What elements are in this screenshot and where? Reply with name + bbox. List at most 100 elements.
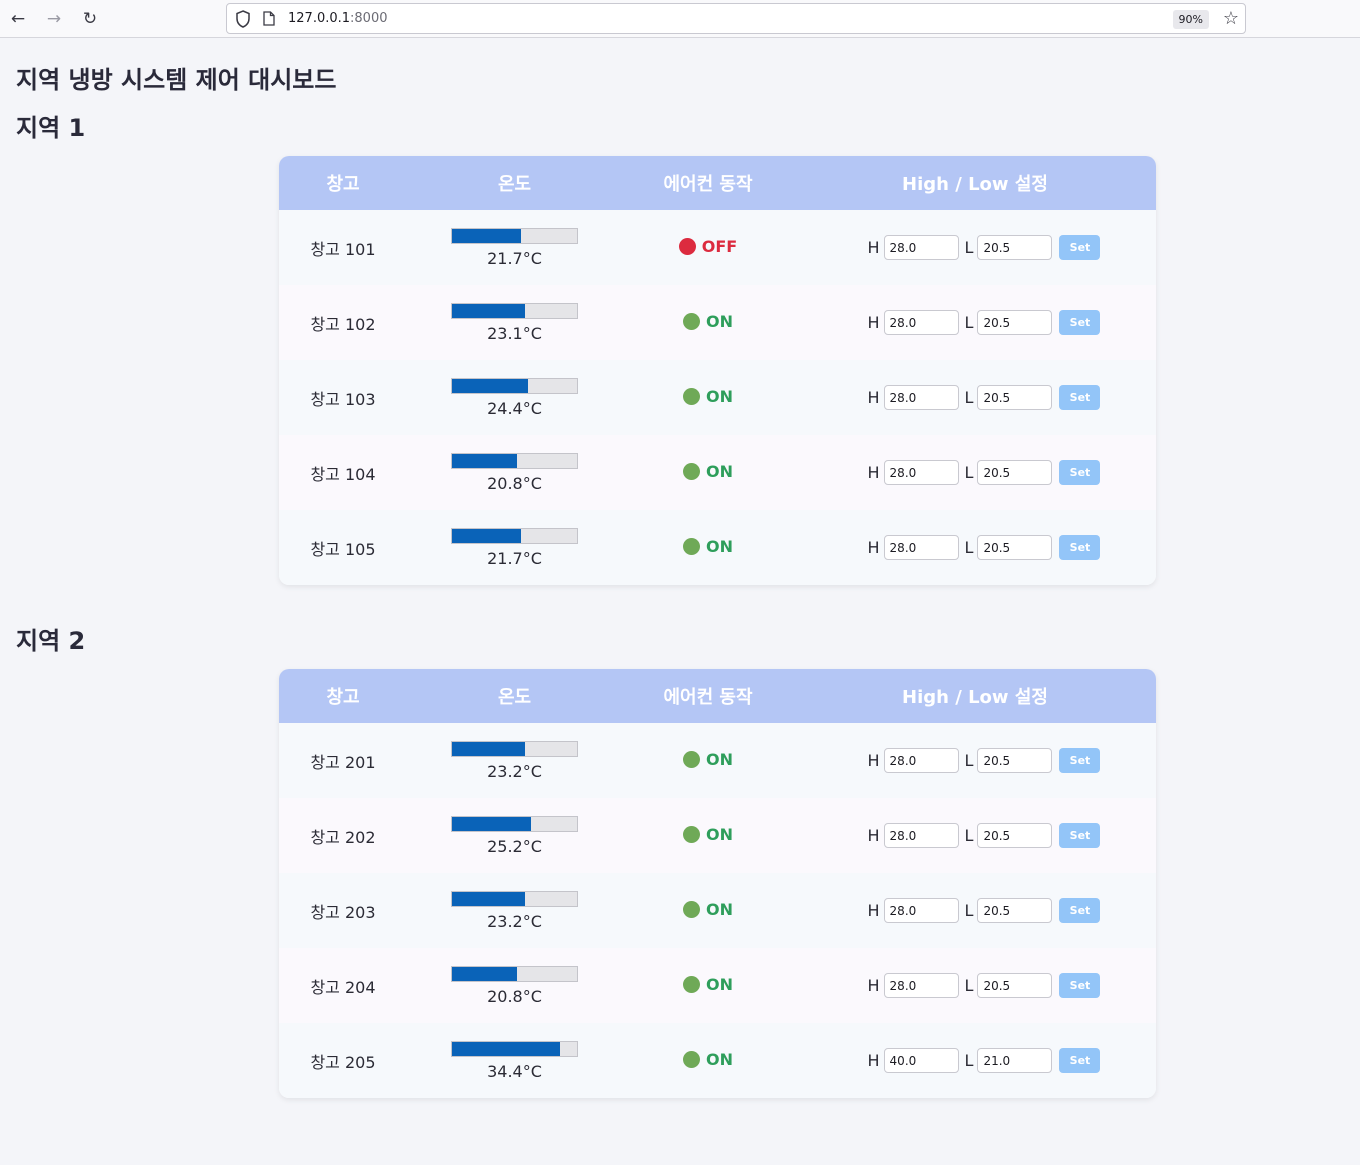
ac-status-cell: ON xyxy=(622,1050,794,1072)
low-label: L xyxy=(964,976,974,995)
table-row: 창고 204 20.8°C ON H L Set xyxy=(279,948,1156,1023)
low-threshold-input[interactable] xyxy=(977,310,1053,335)
warehouse-table: 창고 온도 에어컨 동작 High / Low 설정 창고 201 23.2°C… xyxy=(279,669,1156,1098)
header-setting: High / Low 설정 xyxy=(902,174,1048,195)
low-threshold-input[interactable] xyxy=(977,898,1053,923)
table-body: 창고 201 23.2°C ON H L Set 창고 202 25.2°C xyxy=(279,723,1156,1098)
ac-status-cell: ON xyxy=(622,387,794,409)
low-label: L xyxy=(964,826,974,845)
high-threshold-input[interactable] xyxy=(883,385,959,410)
temperature-cell: 24.4°C xyxy=(407,377,622,418)
regions-container: 지역 1 창고 온도 에어컨 동작 High / Low 설정 창고 101 2… xyxy=(16,110,1344,1098)
warehouse-name: 창고 202 xyxy=(310,827,376,847)
setting-cell: H L Set xyxy=(794,898,1156,923)
page-icon xyxy=(263,11,275,26)
ac-status: ON xyxy=(683,975,733,994)
high-threshold-input[interactable] xyxy=(883,898,959,923)
table-row: 창고 201 23.2°C ON H L Set xyxy=(279,723,1156,798)
high-threshold-input[interactable] xyxy=(883,973,959,998)
temperature-bar-fill xyxy=(452,816,531,831)
set-button[interactable]: Set xyxy=(1059,460,1101,485)
high-threshold-input[interactable] xyxy=(883,310,959,335)
high-threshold-input[interactable] xyxy=(883,235,959,260)
zoom-badge[interactable]: 90% xyxy=(1172,10,1209,29)
high-label: H xyxy=(867,976,880,995)
forward-arrow-icon[interactable]: → xyxy=(43,8,65,30)
header-temperature: 온도 xyxy=(497,174,532,195)
shield-icon[interactable] xyxy=(235,10,251,28)
back-arrow-icon[interactable]: ← xyxy=(7,8,29,30)
table-header: 창고 온도 에어컨 동작 High / Low 설정 xyxy=(279,156,1156,210)
temperature-bar xyxy=(451,377,578,394)
ac-status-cell: OFF xyxy=(622,237,794,259)
high-label: H xyxy=(867,901,880,920)
header-ac-status: 에어컨 동작 xyxy=(663,687,753,708)
set-button[interactable]: Set xyxy=(1059,310,1101,335)
status-dot-icon xyxy=(683,900,700,918)
set-button[interactable]: Set xyxy=(1059,235,1101,260)
ac-status-text: ON xyxy=(706,311,733,331)
low-threshold-input[interactable] xyxy=(977,235,1053,260)
temperature-value: 21.7°C xyxy=(487,548,542,568)
high-threshold-input[interactable] xyxy=(883,535,959,560)
high-threshold-input[interactable] xyxy=(883,460,959,485)
url-bar[interactable]: 127.0.0.1:8000 90% ☆ xyxy=(226,3,1246,34)
setting-cell: H L Set xyxy=(794,748,1156,773)
temperature-bar xyxy=(451,452,578,469)
ac-status-text: ON xyxy=(706,1049,733,1069)
high-label: H xyxy=(867,538,880,557)
bookmark-star-icon[interactable]: ☆ xyxy=(1223,8,1239,29)
low-label: L xyxy=(964,388,974,407)
low-threshold-input[interactable] xyxy=(977,748,1053,773)
high-label: H xyxy=(867,313,880,332)
status-dot-icon xyxy=(683,537,700,555)
high-threshold-input[interactable] xyxy=(883,1048,959,1073)
temperature-bar-fill xyxy=(452,453,517,468)
status-dot-icon xyxy=(683,1050,700,1068)
setting-cell: H L Set xyxy=(794,973,1156,998)
temperature-bar xyxy=(451,227,578,244)
low-threshold-input[interactable] xyxy=(977,973,1053,998)
high-threshold-input[interactable] xyxy=(883,748,959,773)
set-button[interactable]: Set xyxy=(1059,823,1101,848)
set-button[interactable]: Set xyxy=(1059,1048,1101,1073)
ac-status-text: ON xyxy=(706,749,733,769)
setting-cell: H L Set xyxy=(794,823,1156,848)
table-row: 창고 101 21.7°C OFF H L Set xyxy=(279,210,1156,285)
table-header: 창고 온도 에어컨 동작 High / Low 설정 xyxy=(279,669,1156,723)
region-title: 지역 1 xyxy=(16,114,86,142)
header-warehouse: 창고 xyxy=(326,174,360,195)
table-row: 창고 205 34.4°C ON H L Set xyxy=(279,1023,1156,1098)
temperature-cell: 20.8°C xyxy=(407,452,622,493)
set-button[interactable]: Set xyxy=(1059,973,1101,998)
ac-status: OFF xyxy=(678,237,737,256)
low-threshold-input[interactable] xyxy=(977,385,1053,410)
table-row: 창고 102 23.1°C ON H L Set xyxy=(279,285,1156,360)
temperature-value: 20.8°C xyxy=(487,986,542,1006)
warehouse-name: 창고 104 xyxy=(310,464,376,484)
low-threshold-input[interactable] xyxy=(977,460,1053,485)
temperature-cell: 21.7°C xyxy=(407,227,622,268)
warehouse-table: 창고 온도 에어컨 동작 High / Low 설정 창고 101 21.7°C… xyxy=(279,156,1156,585)
low-label: L xyxy=(964,901,974,920)
set-button[interactable]: Set xyxy=(1059,535,1101,560)
warehouse-name: 창고 201 xyxy=(310,752,376,772)
low-threshold-input[interactable] xyxy=(977,535,1053,560)
high-label: H xyxy=(867,826,880,845)
set-button[interactable]: Set xyxy=(1059,748,1101,773)
set-button[interactable]: Set xyxy=(1059,898,1101,923)
ac-status-text: ON xyxy=(706,461,733,481)
low-threshold-input[interactable] xyxy=(977,1048,1053,1073)
temperature-value: 21.7°C xyxy=(487,248,542,268)
temperature-cell: 34.4°C xyxy=(407,1040,622,1081)
set-button[interactable]: Set xyxy=(1059,385,1101,410)
setting-cell: H L Set xyxy=(794,310,1156,335)
temperature-value: 20.8°C xyxy=(487,473,542,493)
reload-icon[interactable]: ↻ xyxy=(79,8,101,30)
ac-status: ON xyxy=(683,825,733,844)
setting-cell: H L Set xyxy=(794,460,1156,485)
low-label: L xyxy=(964,751,974,770)
high-threshold-input[interactable] xyxy=(883,823,959,848)
low-threshold-input[interactable] xyxy=(977,823,1053,848)
ac-status-text: ON xyxy=(706,386,733,406)
